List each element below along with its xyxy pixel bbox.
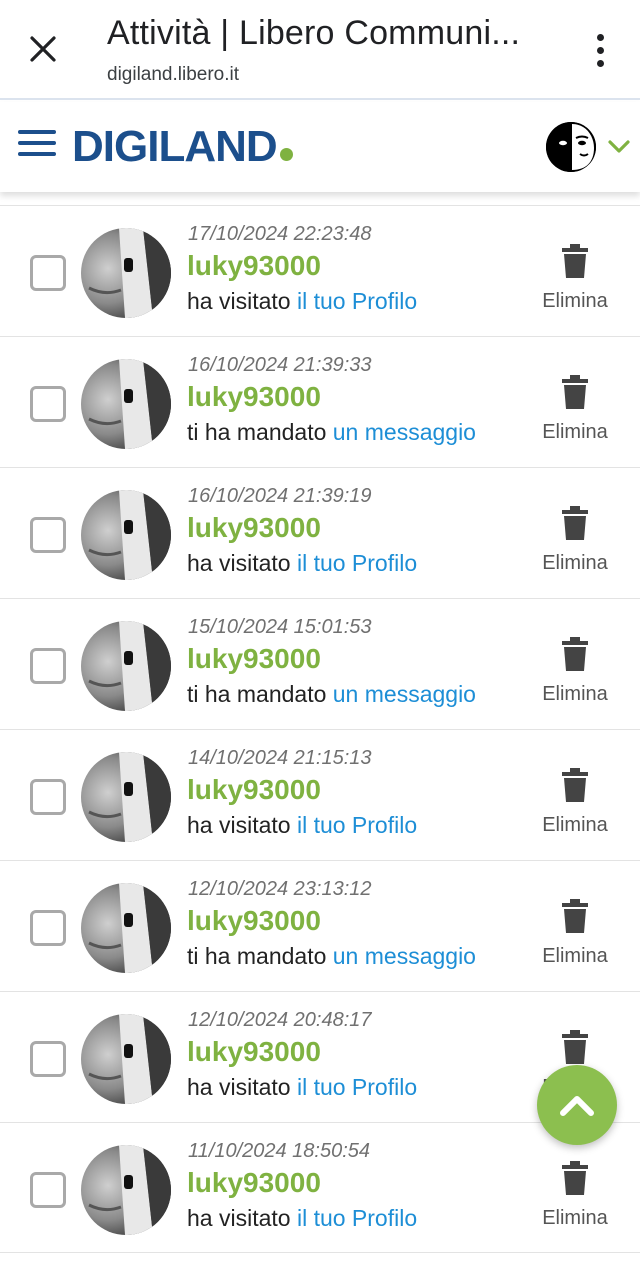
activity-text: ha visitato il tuo Profilo xyxy=(187,1074,417,1101)
activity-text: ti ha mandato un messaggio xyxy=(187,943,476,970)
username-link[interactable]: luky93000 xyxy=(187,512,321,544)
select-checkbox[interactable] xyxy=(30,517,66,553)
activity-link[interactable]: un messaggio xyxy=(333,681,476,707)
user-avatar[interactable] xyxy=(81,359,171,449)
delete-button[interactable]: Elimina xyxy=(528,1161,622,1230)
delete-button[interactable]: Elimina xyxy=(528,899,622,968)
select-checkbox[interactable] xyxy=(30,386,66,422)
activity-verb: ti ha mandato xyxy=(187,681,333,707)
username-link[interactable]: luky93000 xyxy=(187,643,321,675)
trash-icon xyxy=(562,1161,588,1195)
user-avatar[interactable] xyxy=(81,1145,171,1235)
timestamp: 16/10/2024 21:39:33 xyxy=(188,354,372,376)
select-checkbox[interactable] xyxy=(30,1172,66,1208)
timestamp: 11/10/2024 18:50:54 xyxy=(188,1140,371,1162)
scroll-top-button[interactable] xyxy=(537,1065,617,1145)
page-title: Attività | Libero Communi... xyxy=(107,14,521,52)
timestamp: 15/10/2024 15:01:53 xyxy=(188,616,372,638)
activity-text: ha visitato il tuo Profilo xyxy=(187,812,417,839)
delete-label: Elimina xyxy=(542,683,608,705)
activity-verb: ha visitato xyxy=(187,1074,297,1100)
timestamp: 12/10/2024 23:13:12 xyxy=(188,878,372,900)
user-avatar[interactable] xyxy=(81,228,171,318)
delete-label: Elimina xyxy=(542,1207,608,1229)
delete-label: Elimina xyxy=(542,290,608,312)
trash-icon xyxy=(562,506,588,540)
chevron-up-icon xyxy=(560,1096,594,1116)
site-logo[interactable]: DIGILAND xyxy=(72,122,293,172)
notification-row: 16/10/2024 21:39:19 luky93000 ha visitat… xyxy=(0,467,640,598)
delete-label: Elimina xyxy=(542,814,608,836)
notification-row: 12/10/2024 23:13:12 luky93000 ti ha mand… xyxy=(0,860,640,991)
activity-text: ti ha mandato un messaggio xyxy=(187,419,476,446)
delete-button[interactable]: Elimina xyxy=(528,768,622,837)
delete-label: Elimina xyxy=(542,945,608,967)
timestamp: 16/10/2024 21:39:19 xyxy=(188,485,372,507)
timestamp: 14/10/2024 21:15:13 xyxy=(188,747,372,769)
activity-verb: ha visitato xyxy=(187,550,297,576)
activity-verb: ha visitato xyxy=(187,812,297,838)
timestamp: 17/10/2024 22:23:48 xyxy=(188,223,372,245)
hamburger-icon[interactable] xyxy=(18,130,56,162)
notification-row: 11/10/2024 18:50:54 luky93000 ha visitat… xyxy=(0,1122,640,1253)
delete-label: Elimina xyxy=(542,552,608,574)
activity-text: ha visitato il tuo Profilo xyxy=(187,288,417,315)
activity-link[interactable]: il tuo Profilo xyxy=(297,550,417,576)
activity-verb: ti ha mandato xyxy=(187,943,333,969)
browser-toolbar: Attività | Libero Communi... digiland.li… xyxy=(0,0,640,100)
timestamp: 12/10/2024 20:48:17 xyxy=(188,1009,372,1031)
notification-row: 15/10/2024 15:01:53 luky93000 ti ha mand… xyxy=(0,598,640,729)
user-avatar[interactable] xyxy=(81,490,171,580)
delete-label: Elimina xyxy=(542,421,608,443)
site-header: DIGILAND xyxy=(0,102,640,192)
user-avatar[interactable] xyxy=(546,122,596,172)
activity-text: ti ha mandato un messaggio xyxy=(187,681,476,708)
select-checkbox[interactable] xyxy=(30,779,66,815)
activity-text: ha visitato il tuo Profilo xyxy=(187,550,417,577)
activity-link[interactable]: il tuo Profilo xyxy=(297,1205,417,1231)
username-link[interactable]: luky93000 xyxy=(187,381,321,413)
user-avatar[interactable] xyxy=(81,883,171,973)
select-checkbox[interactable] xyxy=(30,1041,66,1077)
username-link[interactable]: luky93000 xyxy=(187,250,321,282)
trash-icon xyxy=(562,768,588,802)
username-link[interactable]: luky93000 xyxy=(187,774,321,806)
activity-link[interactable]: un messaggio xyxy=(333,943,476,969)
select-checkbox[interactable] xyxy=(30,255,66,291)
activity-text: ha visitato il tuo Profilo xyxy=(187,1205,417,1232)
delete-button[interactable]: Elimina xyxy=(528,375,622,444)
close-icon[interactable] xyxy=(22,28,64,70)
trash-icon xyxy=(562,637,588,671)
user-avatar[interactable] xyxy=(81,752,171,842)
activity-verb: ha visitato xyxy=(187,288,297,314)
delete-button[interactable]: Elimina xyxy=(528,244,622,313)
trash-icon xyxy=(562,375,588,409)
chevron-down-icon[interactable] xyxy=(608,140,630,159)
trash-icon xyxy=(562,244,588,278)
username-link[interactable]: luky93000 xyxy=(187,1036,321,1068)
trash-icon xyxy=(562,1030,588,1064)
delete-button[interactable]: Elimina xyxy=(528,637,622,706)
activity-link[interactable]: il tuo Profilo xyxy=(297,812,417,838)
activity-verb: ti ha mandato xyxy=(187,419,333,445)
notification-row: 17/10/2024 22:23:48 luky93000 ha visitat… xyxy=(0,205,640,336)
delete-button[interactable]: Elimina xyxy=(528,506,622,575)
user-avatar[interactable] xyxy=(81,621,171,711)
logo-dot xyxy=(279,148,293,161)
notification-row: 16/10/2024 21:39:33 luky93000 ti ha mand… xyxy=(0,336,640,467)
select-checkbox[interactable] xyxy=(30,910,66,946)
select-checkbox[interactable] xyxy=(30,648,66,684)
page-url: digiland.libero.it xyxy=(107,64,240,85)
activity-link[interactable]: il tuo Profilo xyxy=(297,288,417,314)
user-avatar[interactable] xyxy=(81,1014,171,1104)
username-link[interactable]: luky93000 xyxy=(187,1167,321,1199)
notification-row: 14/10/2024 21:15:13 luky93000 ha visitat… xyxy=(0,729,640,860)
username-link[interactable]: luky93000 xyxy=(187,905,321,937)
activity-link[interactable]: un messaggio xyxy=(333,419,476,445)
activity-link[interactable]: il tuo Profilo xyxy=(297,1074,417,1100)
logo-text: DIGILAND xyxy=(72,122,278,171)
activity-verb: ha visitato xyxy=(187,1205,297,1231)
more-vert-icon[interactable] xyxy=(580,28,620,72)
trash-icon xyxy=(562,899,588,933)
